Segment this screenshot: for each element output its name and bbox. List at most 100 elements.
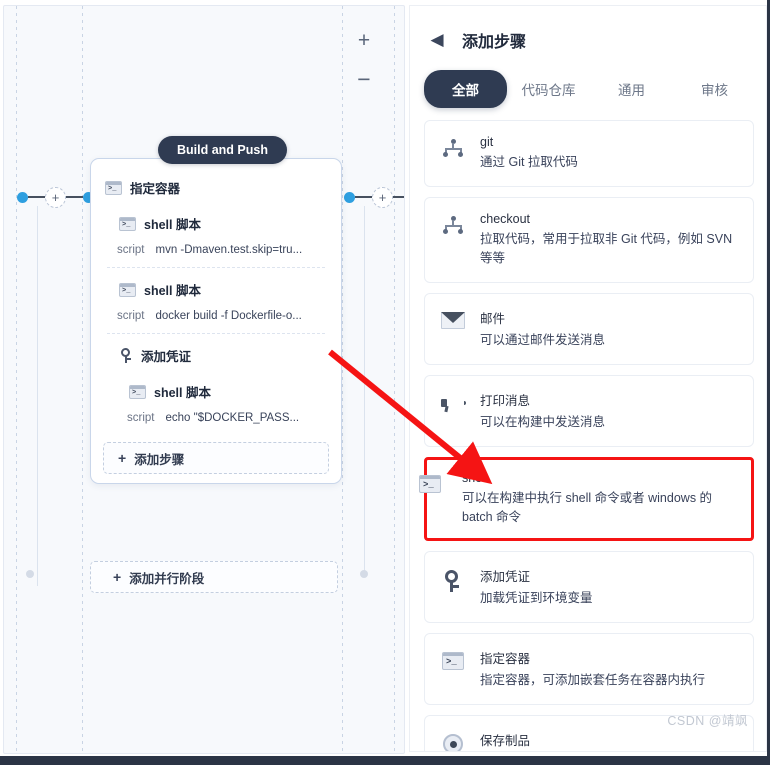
terminal-icon xyxy=(119,282,136,297)
script-key: script xyxy=(117,310,145,322)
divider xyxy=(107,333,325,334)
watermark: CSDN @靖飒 xyxy=(667,714,748,728)
item-text: 指定容器 指定容器，可添加嵌套任务在容器内执行 xyxy=(480,648,741,690)
script-row: script echo "$DOCKER_PASS... xyxy=(91,409,341,434)
add-parallel-stage-button[interactable]: + 添加并行阶段 xyxy=(90,561,338,593)
lane-guide xyxy=(16,6,17,753)
tab-code-repo[interactable]: 代码仓库 xyxy=(507,70,590,108)
lane-guide xyxy=(342,6,343,753)
node-shell-script[interactable]: shell 脚本 xyxy=(91,205,341,241)
add-step-label: 添加步骤 xyxy=(134,452,185,467)
node-shell-script[interactable]: shell 脚本 xyxy=(91,271,341,307)
connector-line xyxy=(28,196,45,198)
script-value: mvn -Dmaven.test.skip=tru... xyxy=(155,244,303,256)
lane-guide xyxy=(394,6,395,753)
item-text: 添加凭证 加载凭证到环境变量 xyxy=(480,566,741,608)
list-item-add-credential[interactable]: 添加凭证 加载凭证到环境变量 xyxy=(424,551,754,623)
item-desc: 可以在构建中执行 shell 命令或者 windows 的 batch 命令 xyxy=(462,491,713,524)
add-node-button[interactable]: + xyxy=(45,186,66,208)
zoom-out-button[interactable]: − xyxy=(352,66,376,92)
item-icon-slot xyxy=(439,308,467,329)
plus-icon: + xyxy=(118,450,127,466)
item-name: 打印消息 xyxy=(480,394,531,408)
window-bottom-bar xyxy=(0,756,770,765)
list-item-checkout[interactable]: checkout 拉取代码，常用于拉取非 Git 代码，例如 SVN 等等 xyxy=(424,197,754,283)
node-add-credential[interactable]: 添加凭证 xyxy=(91,337,341,373)
connector-endpoint xyxy=(360,570,368,578)
item-desc: 可以通过邮件发送消息 xyxy=(480,333,606,347)
list-item-shell[interactable]: shell 可以在构建中执行 shell 命令或者 windows 的 batc… xyxy=(419,457,754,541)
node-label: 指定容器 xyxy=(130,182,181,196)
item-text: 打印消息 可以在构建中发送消息 xyxy=(480,390,741,432)
lane-guide xyxy=(82,6,83,753)
item-desc: 可以在构建中发送消息 xyxy=(480,415,606,429)
item-icon-slot xyxy=(439,566,467,592)
item-name: 邮件 xyxy=(480,312,506,326)
zoom-in-button[interactable]: + xyxy=(352,28,376,54)
tab-general[interactable]: 通用 xyxy=(590,70,673,108)
connector-line xyxy=(66,196,83,198)
key-icon xyxy=(443,570,463,592)
node-label: 添加凭证 xyxy=(141,350,192,364)
terminal-icon xyxy=(119,216,136,231)
panel-header: ◀ 添加步骤 xyxy=(410,6,766,52)
add-parallel-label: 添加并行阶段 xyxy=(129,571,205,586)
tab-all[interactable]: 全部 xyxy=(424,70,507,108)
item-name: 添加凭证 xyxy=(480,570,531,584)
item-text: shell 可以在构建中执行 shell 命令或者 windows 的 batc… xyxy=(462,471,742,527)
node-shell-script[interactable]: shell 脚本 xyxy=(91,373,341,409)
zoom-controls: + − xyxy=(352,28,376,92)
connector-dot xyxy=(17,191,28,203)
pipeline-canvas[interactable]: + − + + Build and Push >_ 指定容器 >_ shell … xyxy=(3,5,405,754)
mail-icon xyxy=(441,312,465,329)
plus-icon: + xyxy=(113,569,122,585)
add-step-button[interactable]: + 添加步骤 xyxy=(103,442,329,474)
script-key: script xyxy=(127,412,155,424)
stage-card[interactable]: 指定容器 shell 脚本 script mvn -Dmaven.test.sk… xyxy=(90,158,342,484)
step-list: git 通过 Git 拉取代码 checkout 拉取代码，常用于拉取非 Git… xyxy=(410,120,766,751)
item-name: git xyxy=(480,135,494,149)
key-icon xyxy=(119,348,133,363)
script-value: docker build -f Dockerfile-o... xyxy=(155,310,302,322)
list-item-mail[interactable]: 邮件 可以通过邮件发送消息 xyxy=(424,293,754,365)
item-text: checkout 拉取代码，常用于拉取非 Git 代码，例如 SVN 等等 xyxy=(480,212,741,268)
tab-bar: 全部 代码仓库 通用 审核 xyxy=(410,70,766,108)
script-row: script docker build -f Dockerfile-o... xyxy=(91,307,341,332)
list-item-print-message[interactable]: 打印消息 可以在构建中发送消息 xyxy=(424,375,754,447)
item-name: shell xyxy=(462,471,488,485)
terminal-icon xyxy=(105,180,122,195)
app-root: + − + + Build and Push >_ 指定容器 >_ shell … xyxy=(0,0,770,765)
item-desc: 通过 Git 拉取代码 xyxy=(480,155,578,169)
script-key: script xyxy=(117,244,145,256)
connector-left: + xyxy=(17,186,94,208)
add-node-button[interactable]: + xyxy=(372,186,393,208)
connector-line xyxy=(393,196,404,198)
item-desc: 指定容器，可添加嵌套任务在容器内执行 xyxy=(480,673,706,687)
back-arrow-icon[interactable]: ◀ xyxy=(428,31,446,49)
node-container[interactable]: 指定容器 xyxy=(91,169,341,205)
item-name: 保存制品 xyxy=(480,734,531,748)
item-desc: 加载凭证到环境变量 xyxy=(480,591,593,605)
list-item-container[interactable]: 指定容器 指定容器，可添加嵌套任务在容器内执行 xyxy=(424,633,754,705)
terminal-icon xyxy=(129,384,146,399)
add-step-panel: ◀ 添加步骤 全部 代码仓库 通用 审核 git 通过 Git 拉取代码 che… xyxy=(409,5,767,752)
list-item-git[interactable]: git 通过 Git 拉取代码 xyxy=(424,120,754,187)
git-branch-icon xyxy=(443,216,463,234)
item-text: 保存制品 保存制品 xyxy=(480,730,741,751)
node-label: shell 脚本 xyxy=(154,386,211,400)
script-value: echo "$DOCKER_PASS... xyxy=(165,412,300,424)
git-branch-icon xyxy=(443,139,463,157)
megaphone-icon xyxy=(441,394,466,413)
item-text: 邮件 可以通过邮件发送消息 xyxy=(480,308,741,350)
item-icon-slot xyxy=(439,648,467,670)
artifact-icon xyxy=(443,734,463,751)
node-label: shell 脚本 xyxy=(144,284,201,298)
node-label: shell 脚本 xyxy=(144,218,201,232)
connector-vline xyxy=(37,206,38,586)
tab-review[interactable]: 审核 xyxy=(673,70,756,108)
item-icon-slot xyxy=(439,135,467,157)
connector-line xyxy=(355,196,372,198)
item-icon-slot xyxy=(439,212,467,234)
item-name: 指定容器 xyxy=(480,652,531,666)
stage-title[interactable]: Build and Push xyxy=(158,136,287,164)
